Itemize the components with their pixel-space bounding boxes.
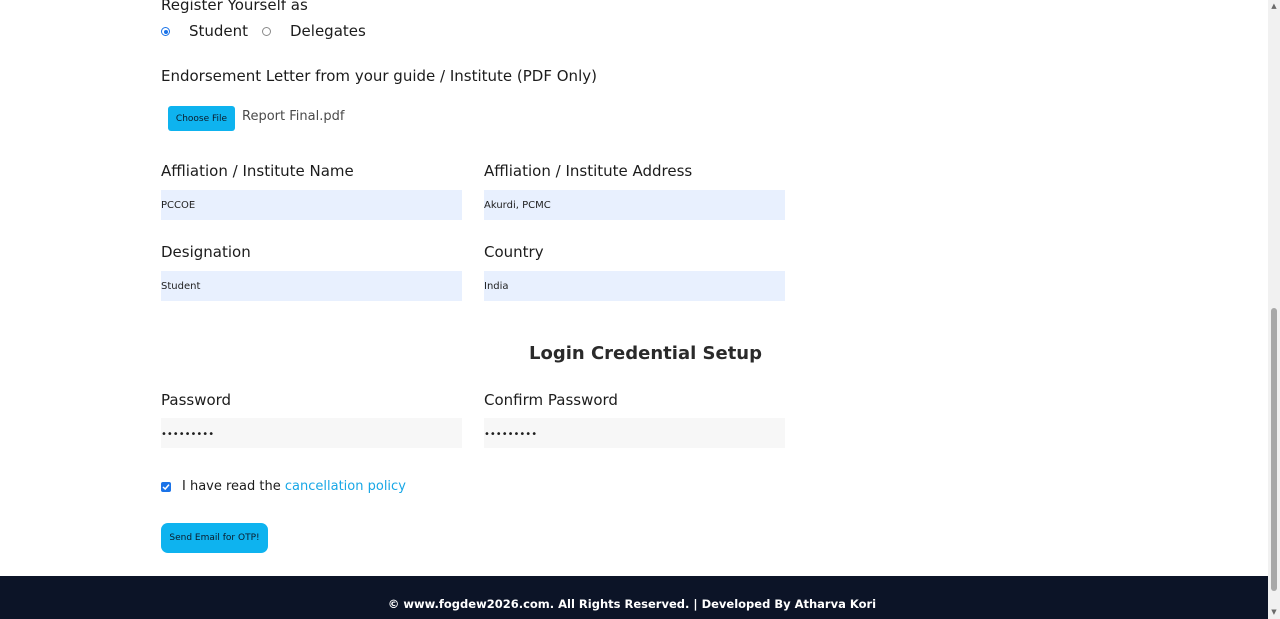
page-footer: © www.fogdew2026.com. All Rights Reserve… <box>0 576 1268 619</box>
check-icon <box>162 484 170 491</box>
send-otp-button[interactable]: Send Email for OTP! <box>161 523 268 553</box>
country-input[interactable]: India <box>484 271 785 301</box>
designation-label: Designation <box>161 243 251 261</box>
policy-agreement-text: I have read the cancellation policy <box>182 479 406 494</box>
password-label: Password <box>161 391 232 409</box>
designation-input[interactable]: Student <box>161 271 462 301</box>
scrollbar-thumb[interactable] <box>1271 308 1277 591</box>
footer-copyright-text: © www.fogdew2026.com. All Rights Reserve… <box>387 596 877 611</box>
vertical-scrollbar[interactable]: ▲ ▼ <box>1268 0 1280 619</box>
confirm-password-input[interactable]: ••••••••• <box>484 418 785 448</box>
country-label: Country <box>484 243 544 261</box>
cancellation-policy-link[interactable]: cancellation policy <box>285 479 406 494</box>
password-input[interactable]: ••••••••• <box>161 418 462 448</box>
student-radio-label[interactable]: Student <box>189 22 248 40</box>
student-radio[interactable] <box>161 27 170 36</box>
registration-page: Register Yourself as Student Delegates E… <box>0 0 1268 619</box>
credential-section-title: Login Credential Setup <box>529 343 763 364</box>
confirm-password-label: Confirm Password <box>484 391 618 409</box>
institute-address-input[interactable]: Akurdi, PCMC <box>484 190 785 220</box>
scroll-up-icon[interactable]: ▲ <box>1270 2 1278 10</box>
selected-file-name: Report Final.pdf <box>242 109 345 124</box>
register-as-label: Register Yourself as <box>161 0 308 14</box>
policy-checkbox[interactable] <box>161 482 171 492</box>
endorsement-label: Endorsement Letter from your guide / Ins… <box>161 67 597 85</box>
choose-file-button[interactable]: Choose File <box>168 106 235 131</box>
policy-prefix-text: I have read the <box>182 479 281 494</box>
delegates-radio[interactable] <box>262 27 271 36</box>
institute-name-input[interactable]: PCCOE <box>161 190 462 220</box>
scroll-down-icon[interactable]: ▼ <box>1270 608 1278 616</box>
institute-name-label: Affliation / Institute Name <box>161 162 354 180</box>
institute-address-label: Affliation / Institute Address <box>484 162 693 180</box>
delegates-radio-label[interactable]: Delegates <box>290 22 366 40</box>
